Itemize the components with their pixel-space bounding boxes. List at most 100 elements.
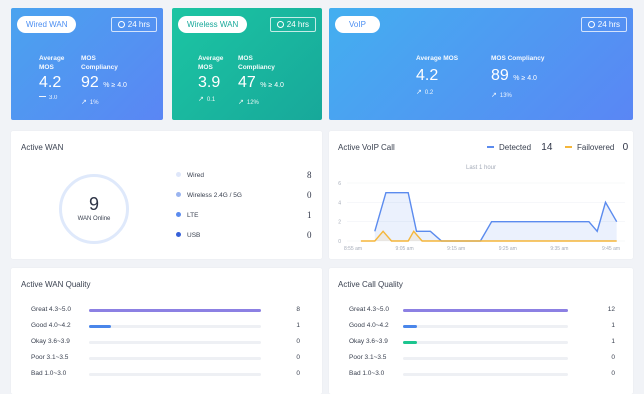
legend-detected[interactable]: Detected 14 xyxy=(487,142,552,153)
average-mos-value: 4.2 xyxy=(39,74,62,91)
quality-label: Bad 1.0~3.0 xyxy=(31,370,67,377)
quality-bar-fill xyxy=(403,309,568,312)
quality-bar-track xyxy=(403,309,568,312)
dot-icon xyxy=(176,232,181,237)
trend-up-icon: ↗ xyxy=(416,89,422,96)
quality-bar-fill xyxy=(403,341,417,344)
call-quality-panel: Active Call Quality Great 4.3~5.0 12 Good … xyxy=(329,268,633,394)
panel-title: Active WAN Quality xyxy=(21,280,91,289)
wired-wan-card[interactable]: Wired WAN 24 hrs Average MOS 4.2 3.0 MOS… xyxy=(11,8,163,120)
wireless-wan-tab[interactable]: Wireless WAN xyxy=(178,16,248,33)
quality-bar-track xyxy=(403,357,568,360)
quality-bar-fill xyxy=(89,309,261,312)
y-tick-label: 6 xyxy=(338,181,341,187)
voip-tab[interactable]: VoIP xyxy=(335,16,380,33)
period-selector[interactable]: 24 hrs xyxy=(580,17,627,32)
quality-label: Great 4.3~5.0 xyxy=(349,306,389,313)
wan-total: 9 xyxy=(88,194,99,214)
legend-item-lte: LTE xyxy=(176,212,198,219)
voip-chart: Last 1 hour 6 4 2 08:55 am 9:05 am 9:15 am 9:2… xyxy=(338,165,625,252)
clock-icon xyxy=(117,21,125,28)
quality-bar-track xyxy=(403,325,568,328)
x-tick-label: 9:45 am xyxy=(602,246,620,252)
mos-compliancy: MOS Compliancy 92 % ≥ 4.0 ↗ 1% xyxy=(81,55,127,106)
quality-bar-track xyxy=(89,325,261,328)
y-tick-label: 0 xyxy=(338,239,341,245)
y-tick-label: 4 xyxy=(338,200,341,206)
quality-bar-track xyxy=(89,357,261,360)
quality-count: 1 xyxy=(296,322,300,329)
x-tick-label: 9:05 am xyxy=(396,246,414,252)
active-wan-panel: Active WAN 9 WAN Online Wired 8 Wireless… xyxy=(11,131,322,259)
series-area xyxy=(374,192,617,241)
dot-icon xyxy=(176,172,181,177)
quality-label: Okay 3.6~3.9 xyxy=(349,338,388,345)
lte-count: 1 xyxy=(307,210,312,220)
line-swatch-icon xyxy=(565,146,572,148)
trend-up-icon: ↗ xyxy=(81,99,87,106)
quality-count: 12 xyxy=(607,306,615,313)
wan-quality-panel: Active WAN Quality Great 4.3~5.0 8 Good 4.… xyxy=(11,268,322,394)
average-mos-value: 4.2 xyxy=(416,67,439,84)
compliancy-value: 89 xyxy=(491,67,509,84)
active-voip-panel: Active VoIP Call Detected 14 Failovered … xyxy=(329,131,633,259)
legend-failovered[interactable]: Failovered 0 xyxy=(565,142,628,153)
quality-bar-track xyxy=(403,373,568,376)
quality-bar-track xyxy=(89,341,261,344)
quality-label: Okay 3.6~3.9 xyxy=(31,338,70,345)
average-mos: Average MOS 3.9 ↗ 0.1 xyxy=(198,55,224,103)
clock-icon xyxy=(587,21,595,28)
wireless-wan-card[interactable]: Wireless WAN 24 hrs Average MOS 3.9 ↗ 0.1… xyxy=(172,8,322,120)
panel-title: Active WAN xyxy=(21,143,64,152)
period-selector[interactable]: 24 hrs xyxy=(269,17,316,32)
x-tick-label: 9:35 am xyxy=(550,246,568,252)
x-tick-label: 9:15 am xyxy=(447,246,465,252)
quality-bar-track xyxy=(403,341,568,344)
trend-up-icon: ↗ xyxy=(491,92,497,99)
quality-bar-fill xyxy=(403,325,417,328)
average-mos: Average MOS 4.2 3.0 xyxy=(39,55,65,101)
quality-count: 0 xyxy=(611,354,615,361)
average-mos: Average MOS 4.2 ↗ 0.2 xyxy=(416,55,459,96)
chart-title: Last 1 hour xyxy=(466,165,496,171)
wired-count: 8 xyxy=(307,170,312,180)
quality-count: 0 xyxy=(611,370,615,377)
dot-icon xyxy=(176,212,181,217)
quality-count: 0 xyxy=(296,370,300,377)
panel-title: Active Call Quality xyxy=(338,280,403,289)
quality-count: 8 xyxy=(296,306,300,313)
y-tick-label: 2 xyxy=(338,220,341,226)
flat-trend-icon xyxy=(39,96,46,97)
quality-label: Great 4.3~5.0 xyxy=(31,306,71,313)
mos-compliancy: MOS Compliancy 89 % ≥ 4.0 ↗ 13% xyxy=(491,55,545,99)
quality-bar-fill xyxy=(89,325,111,328)
wireless-count: 0 xyxy=(307,190,312,200)
quality-label: Poor 3.1~3.5 xyxy=(349,354,387,361)
x-tick-label: 8:55 am xyxy=(344,246,362,252)
period-selector[interactable]: 24 hrs xyxy=(110,17,157,32)
quality-bar-track xyxy=(89,373,261,376)
quality-label: Good 4.0~4.2 xyxy=(349,322,389,329)
line-swatch-icon xyxy=(487,146,494,148)
quality-count: 0 xyxy=(296,354,300,361)
quality-label: Good 4.0~4.2 xyxy=(31,322,71,329)
wired-wan-tab[interactable]: Wired WAN xyxy=(17,16,77,33)
legend-item-wireless: Wireless 2.4G / 5G xyxy=(176,192,242,199)
trend-up-icon: ↗ xyxy=(238,99,244,106)
x-tick-label: 9:25 am xyxy=(499,246,517,252)
quality-count: 0 xyxy=(296,338,300,345)
mos-compliancy: MOS Compliancy 47 % ≥ 4.0 ↗ 12% xyxy=(238,55,284,106)
trend-up-icon: ↗ xyxy=(198,96,204,103)
quality-bar-track xyxy=(89,309,261,312)
voip-card[interactable]: VoIP 24 hrs Average MOS 4.2 ↗ 0.2 MOS Com… xyxy=(329,8,633,120)
clock-icon xyxy=(276,21,284,28)
compliancy-value: 47 xyxy=(238,74,256,91)
wan-donut: 9 WAN Online xyxy=(59,174,129,244)
legend-item-wired: Wired xyxy=(176,172,204,179)
quality-count: 1 xyxy=(611,338,615,345)
legend-item-usb: USB xyxy=(176,232,200,239)
quality-count: 1 xyxy=(611,322,615,329)
dot-icon xyxy=(176,192,181,197)
usb-count: 0 xyxy=(307,230,312,240)
compliancy-value: 92 xyxy=(81,74,99,91)
